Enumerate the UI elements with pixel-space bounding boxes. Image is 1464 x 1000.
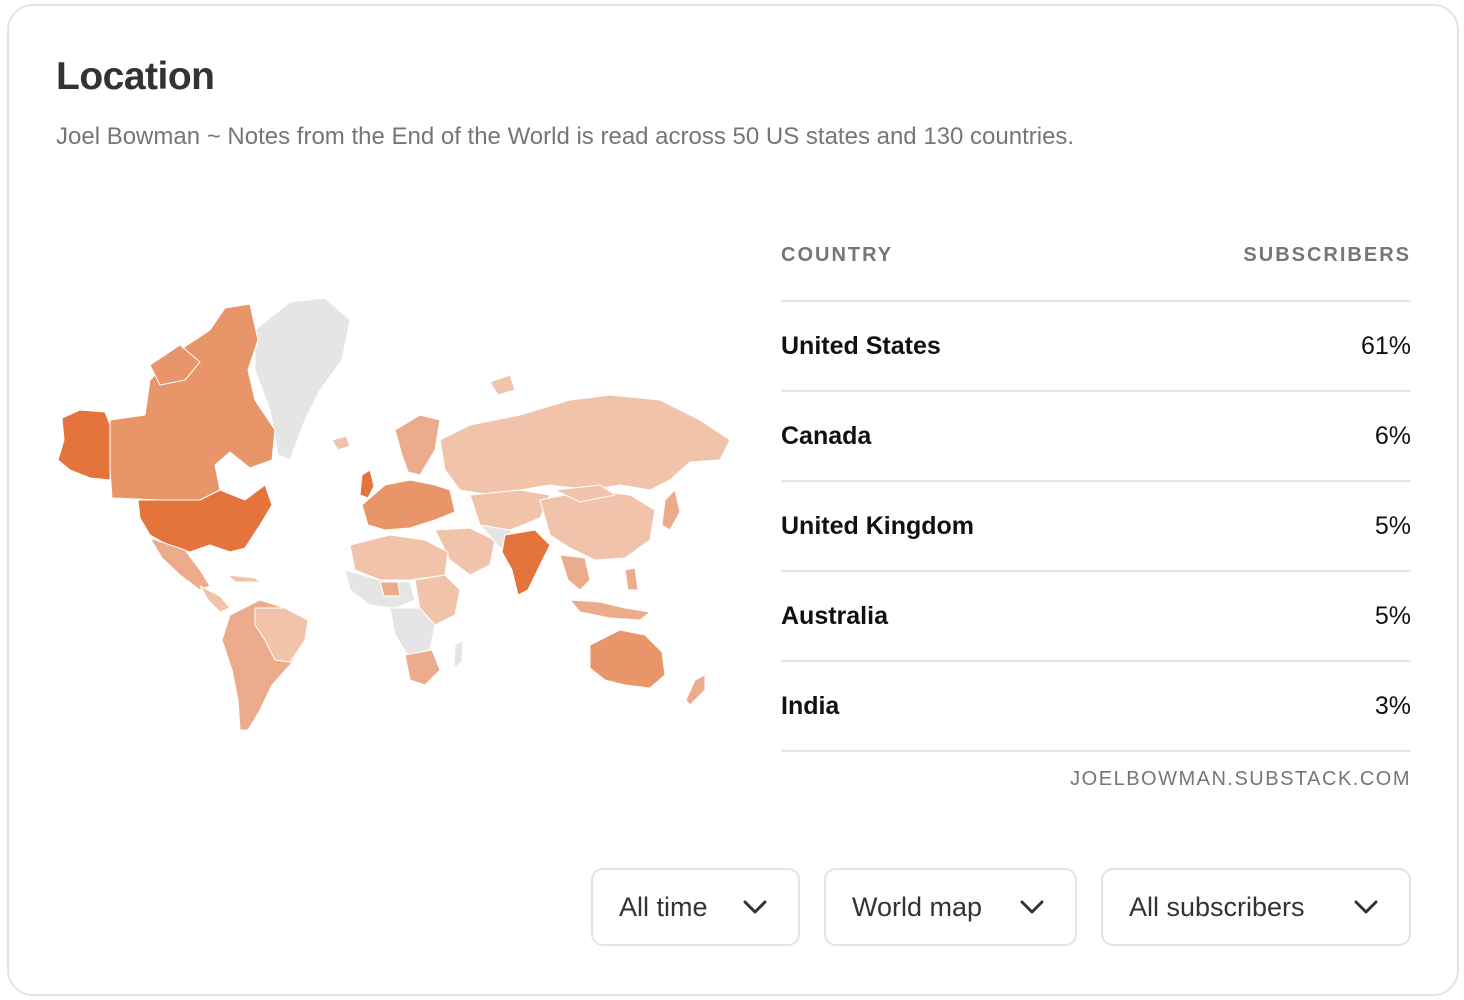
map-region-india [501, 529, 551, 596]
country-name: Australia [781, 601, 888, 630]
map-region-new-zealand [685, 674, 706, 706]
map-region-central-asia [469, 489, 551, 531]
audience-label: All subscribers [1129, 891, 1305, 922]
time-range-label: All time [619, 891, 708, 922]
section-subtitle: Joel Bowman ~ Notes from the End of the … [56, 123, 1075, 150]
map-region-arctic-islands [489, 374, 516, 396]
map-region-southern-africa [404, 649, 441, 686]
chevron-down-icon [1020, 900, 1044, 914]
map-region-indonesia [569, 599, 651, 621]
map-region-australia [589, 629, 666, 689]
subscriber-share: 61% [1360, 331, 1411, 360]
map-region-madagascar [453, 639, 464, 669]
map-view-label: World map [852, 891, 983, 922]
map-region-southeast-asia [559, 554, 591, 591]
table-row: Canada 6% [781, 392, 1411, 482]
subscriber-share: 5% [1374, 511, 1411, 540]
map-region-scandinavia [394, 414, 441, 476]
map-region-caribbean [227, 574, 261, 583]
subscriber-share: 6% [1374, 421, 1411, 450]
map-region-north-africa [349, 534, 449, 581]
map-region-nigeria [379, 581, 401, 597]
chevron-down-icon [743, 900, 767, 914]
map-region-china [539, 489, 656, 561]
column-header-subscribers: SUBSCRIBERS [1243, 243, 1411, 266]
country-name: United Kingdom [781, 511, 975, 540]
map-view-dropdown[interactable]: World map [824, 868, 1077, 946]
map-region-europe [361, 479, 456, 531]
column-header-country: COUNTRY [781, 243, 894, 266]
map-region-central-america [199, 585, 231, 613]
table-row: Australia 5% [781, 572, 1411, 662]
country-name: United States [781, 331, 941, 360]
audience-dropdown[interactable]: All subscribers [1101, 868, 1411, 946]
world-map [57, 297, 731, 731]
table-header: COUNTRY SUBSCRIBERS [781, 228, 1411, 302]
source-label: JOELBOWMAN.SUBSTACK.COM [1070, 768, 1411, 790]
subscriber-share: 5% [1374, 601, 1411, 630]
map-region-japan [661, 489, 681, 531]
subscriber-share: 3% [1374, 691, 1411, 720]
map-region-russia [439, 394, 731, 496]
chevron-down-icon [1354, 900, 1378, 914]
country-name: Canada [781, 421, 872, 450]
map-region-canada [109, 303, 276, 501]
table-row: India 3% [781, 662, 1411, 752]
country-table: COUNTRY SUBSCRIBERS United States 61% Ca… [781, 228, 1411, 791]
map-region-united-kingdom [359, 469, 375, 499]
map-region-iceland [331, 435, 351, 451]
section-title: Location [56, 55, 215, 98]
map-region-philippines [624, 567, 639, 591]
time-range-dropdown[interactable]: All time [591, 868, 800, 946]
table-row: United Kingdom 5% [781, 482, 1411, 572]
table-row: United States 61% [781, 302, 1411, 392]
country-name: India [781, 691, 840, 720]
map-region-alaska [57, 409, 113, 481]
